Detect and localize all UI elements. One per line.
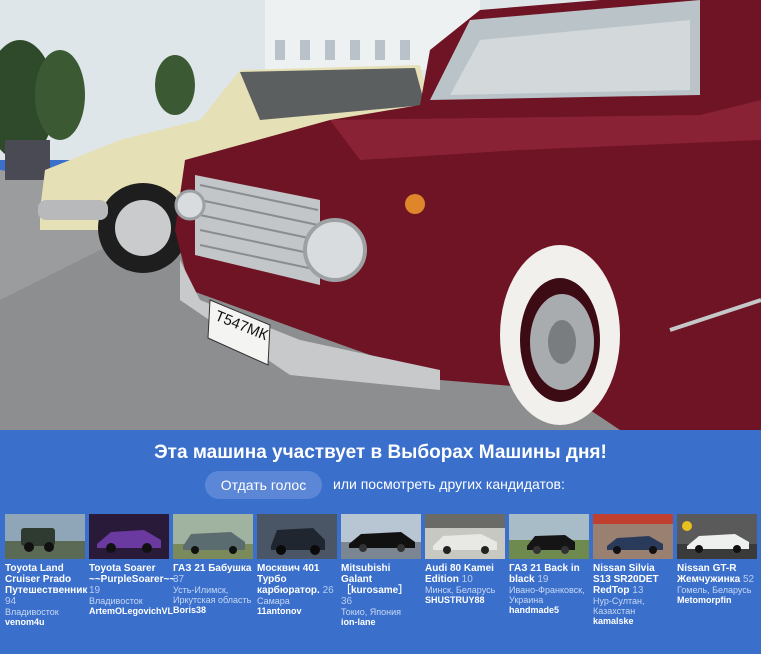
candidates-list: Toyota Land Cruiser Prado Путешественник…	[5, 514, 761, 654]
candidate-thumbnail[interactable]	[5, 514, 85, 559]
candidate-card[interactable]: Mitsubishi Galant ［kurosame］ 36 Токио, Я…	[341, 514, 421, 654]
vote-row: Отдать голос или посмотреть других канди…	[0, 471, 761, 499]
hero-car-illustration: Т547МК	[0, 0, 761, 430]
candidate-thumbnail[interactable]	[257, 514, 337, 559]
candidate-location: Владивосток	[89, 596, 143, 606]
other-candidates-text: или посмотреть других кандидатов:	[333, 476, 565, 492]
candidate-user[interactable]: 11antonov	[257, 606, 337, 616]
candidate-name[interactable]: Nissan Silvia S13 SR20DET RedTop	[593, 563, 659, 596]
candidate-thumbnail[interactable]	[677, 514, 757, 559]
candidate-user[interactable]: handmade5	[509, 605, 589, 615]
candidate-location: Минск, Беларусь	[425, 585, 496, 595]
candidate-card[interactable]: Nissan Silvia S13 SR20DET RedTop 13 Нур-…	[593, 514, 673, 654]
banner-title: Эта машина участвует в Выборах Машины дн…	[154, 442, 607, 463]
candidate-user[interactable]: Boris38	[173, 605, 253, 615]
candidate-name[interactable]: ГАЗ 21 Бабушка	[173, 563, 251, 574]
candidate-count: 36	[341, 596, 353, 607]
candidate-card[interactable]: ГАЗ 21 Бабушка 37 Усть-Илимск, Иркутская…	[173, 514, 253, 654]
candidate-count: 37	[173, 574, 185, 585]
candidate-user[interactable]: Metomorpfin	[677, 595, 757, 605]
candidate-card[interactable]: Toyota Land Cruiser Prado Путешественник…	[5, 514, 87, 654]
candidate-card[interactable]: ГАЗ 21 Back in black 19 Ивано-Франковск,…	[509, 514, 589, 654]
candidate-location: Токио, Япония	[341, 607, 402, 617]
candidate-user[interactable]: venom4u	[5, 617, 85, 627]
candidate-name[interactable]: Toyota Land Cruiser Prado Путешественник	[5, 563, 87, 596]
candidate-count: 13	[632, 585, 644, 596]
candidate-thumbnail[interactable]	[509, 514, 589, 559]
candidate-count: 19	[537, 574, 549, 585]
candidate-name[interactable]: Mitsubishi Galant ［kurosame］	[341, 563, 408, 596]
vote-button[interactable]: Отдать голос	[205, 471, 322, 499]
candidate-card[interactable]: Москвич 401 Турбо карбюратор. 26 Самара …	[257, 514, 337, 654]
candidate-name[interactable]: Toyota Soarer ~~PurpleSoarer~~	[89, 563, 175, 585]
candidate-user[interactable]: ion-lane	[341, 617, 421, 627]
candidate-user[interactable]: ArtemOLegovichVL	[89, 606, 173, 616]
candidate-user[interactable]: kamalske	[593, 616, 673, 626]
candidate-count: 19	[89, 585, 101, 596]
candidate-card[interactable]: Nissan GT-R Жемчужинка 52 Гомель, Белару…	[677, 514, 757, 654]
candidate-thumbnail[interactable]	[173, 514, 253, 559]
candidate-location: Нур-Султан, Казахстан	[593, 596, 645, 616]
candidate-thumbnail[interactable]	[89, 514, 169, 559]
candidate-name[interactable]: Nissan GT-R Жемчужинка	[677, 563, 740, 585]
candidate-count: 94	[5, 596, 17, 607]
candidate-location: Ивано-Франковск, Украина	[509, 585, 585, 605]
candidate-card[interactable]: Audi 80 Kamei Edition 10 Минск, Беларусь…	[425, 514, 505, 654]
candidate-count: 26	[322, 585, 334, 596]
candidate-count: 52	[742, 574, 755, 585]
candidate-user[interactable]: SHUSTRUY88	[425, 595, 505, 605]
candidate-name[interactable]: Audi 80 Kamei Edition	[425, 563, 494, 585]
candidate-card[interactable]: Toyota Soarer ~~PurpleSoarer~~ 19 Владив…	[89, 514, 175, 654]
hero-photo[interactable]: Т547МК	[0, 0, 761, 430]
candidate-location: Усть-Илимск, Иркутская область	[173, 585, 252, 605]
candidate-thumbnail[interactable]	[593, 514, 673, 559]
candidate-name[interactable]: Москвич 401 Турбо карбюратор.	[257, 563, 320, 596]
candidate-thumbnail[interactable]	[341, 514, 421, 559]
candidate-location: Гомель, Беларусь	[677, 585, 752, 595]
candidate-location: Самара	[257, 596, 290, 606]
candidate-count: 10	[461, 574, 473, 585]
election-banner: Эта машина участвует в Выборах Машины дн…	[0, 430, 761, 654]
candidate-thumbnail[interactable]	[425, 514, 505, 559]
candidate-location: Владивосток	[5, 607, 59, 617]
page: Т547МК Эта машина участвует в Выборах Ма…	[0, 0, 761, 654]
